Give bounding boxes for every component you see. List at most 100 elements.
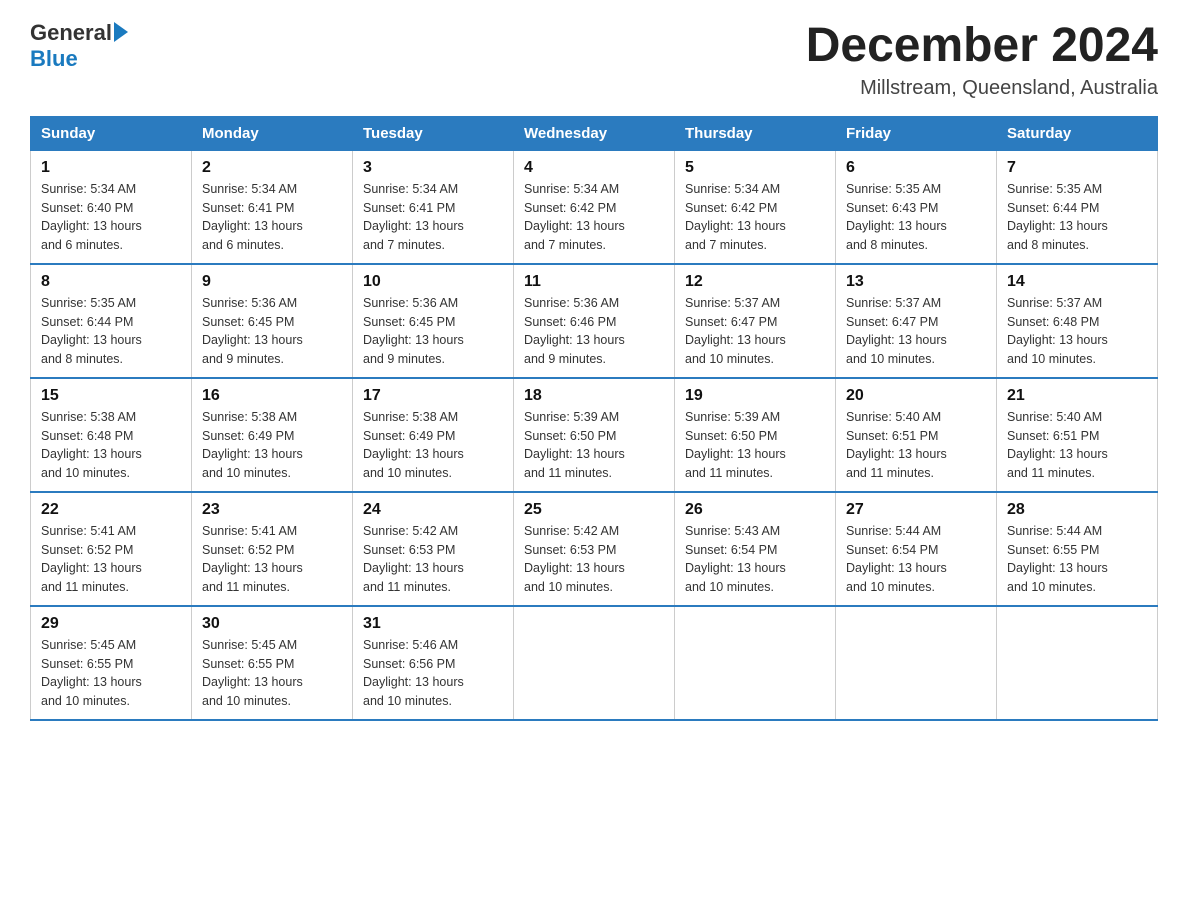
day-cell: 9 Sunrise: 5:36 AM Sunset: 6:45 PM Daylig… (192, 264, 353, 378)
day-cell: 12 Sunrise: 5:37 AM Sunset: 6:47 PM Dayli… (675, 264, 836, 378)
day-info: Sunrise: 5:37 AM Sunset: 6:47 PM Dayligh… (846, 294, 986, 369)
day-info: Sunrise: 5:41 AM Sunset: 6:52 PM Dayligh… (41, 522, 181, 597)
day-cell: 2 Sunrise: 5:34 AM Sunset: 6:41 PM Daylig… (192, 150, 353, 264)
day-number: 21 (1007, 387, 1147, 405)
logo-general: General (30, 20, 112, 46)
calendar-subtitle: Millstream, Queensland, Australia (806, 77, 1158, 100)
day-cell: 21Sunrise: 5:40 AM Sunset: 6:51 PM Dayli… (997, 378, 1158, 492)
day-info: Sunrise: 5:35 AM Sunset: 6:44 PM Dayligh… (1007, 180, 1147, 255)
day-info: Sunrise: 5:36 AM Sunset: 6:45 PM Dayligh… (363, 294, 503, 369)
day-info: Sunrise: 5:37 AM Sunset: 6:48 PM Dayligh… (1007, 294, 1147, 369)
day-info: Sunrise: 5:40 AM Sunset: 6:51 PM Dayligh… (846, 408, 986, 483)
header-row: SundayMondayTuesdayWednesdayThursdayFrid… (31, 116, 1158, 150)
day-info: Sunrise: 5:34 AM Sunset: 6:42 PM Dayligh… (685, 180, 825, 255)
day-number: 1 (41, 159, 181, 177)
day-cell: 8Sunrise: 5:35 AM Sunset: 6:44 PM Daylig… (31, 264, 192, 378)
header-cell-friday: Friday (836, 116, 997, 150)
day-info: Sunrise: 5:45 AM Sunset: 6:55 PM Dayligh… (41, 636, 181, 711)
day-cell: 10 Sunrise: 5:36 AM Sunset: 6:45 PM Dayli… (353, 264, 514, 378)
week-row-2: 8Sunrise: 5:35 AM Sunset: 6:44 PM Daylig… (31, 264, 1158, 378)
logo-arrow-icon (114, 22, 128, 42)
day-info: Sunrise: 5:38 AM Sunset: 6:48 PM Dayligh… (41, 408, 181, 483)
day-info: Sunrise: 5:46 AM Sunset: 6:56 PM Dayligh… (363, 636, 503, 711)
day-info: Sunrise: 5:38 AM Sunset: 6:49 PM Dayligh… (202, 408, 342, 483)
day-info: Sunrise: 5:38 AM Sunset: 6:49 PM Dayligh… (363, 408, 503, 483)
day-number: 13 (846, 273, 986, 291)
day-number: 7 (1007, 159, 1147, 177)
day-info: Sunrise: 5:39 AM Sunset: 6:50 PM Dayligh… (524, 408, 664, 483)
day-cell: 6Sunrise: 5:35 AM Sunset: 6:43 PM Daylig… (836, 150, 997, 264)
day-cell: 29Sunrise: 5:45 AM Sunset: 6:55 PM Dayli… (31, 606, 192, 720)
day-info: Sunrise: 5:35 AM Sunset: 6:44 PM Dayligh… (41, 294, 181, 369)
day-info: Sunrise: 5:39 AM Sunset: 6:50 PM Dayligh… (685, 408, 825, 483)
day-cell: 14 Sunrise: 5:37 AM Sunset: 6:48 PM Dayli… (997, 264, 1158, 378)
day-cell: 28 Sunrise: 5:44 AM Sunset: 6:55 PM Dayli… (997, 492, 1158, 606)
header-cell-sunday: Sunday (31, 116, 192, 150)
day-info: Sunrise: 5:36 AM Sunset: 6:45 PM Dayligh… (202, 294, 342, 369)
day-number: 9 (202, 273, 342, 291)
day-cell: 11 Sunrise: 5:36 AM Sunset: 6:46 PM Dayli… (514, 264, 675, 378)
day-number: 27 (846, 501, 986, 519)
week-row-5: 29Sunrise: 5:45 AM Sunset: 6:55 PM Dayli… (31, 606, 1158, 720)
day-number: 15 (41, 387, 181, 405)
logo-blue: Blue (30, 46, 78, 72)
day-number: 18 (524, 387, 664, 405)
week-row-4: 22 Sunrise: 5:41 AM Sunset: 6:52 PM Dayli… (31, 492, 1158, 606)
day-info: Sunrise: 5:34 AM Sunset: 6:42 PM Dayligh… (524, 180, 664, 255)
day-number: 20 (846, 387, 986, 405)
day-number: 17 (363, 387, 503, 405)
day-info: Sunrise: 5:44 AM Sunset: 6:55 PM Dayligh… (1007, 522, 1147, 597)
day-cell: 27 Sunrise: 5:44 AM Sunset: 6:54 PM Dayli… (836, 492, 997, 606)
header-cell-saturday: Saturday (997, 116, 1158, 150)
title-section: December 2024 Millstream, Queensland, Au… (806, 20, 1158, 100)
week-row-1: 1 Sunrise: 5:34 AM Sunset: 6:40 PM Daylig… (31, 150, 1158, 264)
day-number: 6 (846, 159, 986, 177)
day-cell (675, 606, 836, 720)
day-number: 19 (685, 387, 825, 405)
day-number: 28 (1007, 501, 1147, 519)
day-number: 2 (202, 159, 342, 177)
day-info: Sunrise: 5:34 AM Sunset: 6:41 PM Dayligh… (202, 180, 342, 255)
day-cell: 25Sunrise: 5:42 AM Sunset: 6:53 PM Dayli… (514, 492, 675, 606)
day-info: Sunrise: 5:45 AM Sunset: 6:55 PM Dayligh… (202, 636, 342, 711)
day-info: Sunrise: 5:41 AM Sunset: 6:52 PM Dayligh… (202, 522, 342, 597)
header: General Blue December 2024 Millstream, Q… (30, 20, 1158, 100)
day-cell: 4 Sunrise: 5:34 AM Sunset: 6:42 PM Daylig… (514, 150, 675, 264)
day-number: 23 (202, 501, 342, 519)
day-cell: 3Sunrise: 5:34 AM Sunset: 6:41 PM Daylig… (353, 150, 514, 264)
day-cell: 26Sunrise: 5:43 AM Sunset: 6:54 PM Dayli… (675, 492, 836, 606)
day-number: 11 (524, 273, 664, 291)
day-info: Sunrise: 5:36 AM Sunset: 6:46 PM Dayligh… (524, 294, 664, 369)
day-info: Sunrise: 5:34 AM Sunset: 6:41 PM Dayligh… (363, 180, 503, 255)
header-cell-monday: Monday (192, 116, 353, 150)
day-cell: 17 Sunrise: 5:38 AM Sunset: 6:49 PM Dayli… (353, 378, 514, 492)
calendar-title: December 2024 (806, 20, 1158, 73)
day-cell (514, 606, 675, 720)
day-cell: 23 Sunrise: 5:41 AM Sunset: 6:52 PM Dayli… (192, 492, 353, 606)
calendar-table: SundayMondayTuesdayWednesdayThursdayFrid… (30, 116, 1158, 721)
day-number: 12 (685, 273, 825, 291)
day-info: Sunrise: 5:37 AM Sunset: 6:47 PM Dayligh… (685, 294, 825, 369)
day-cell: 7 Sunrise: 5:35 AM Sunset: 6:44 PM Daylig… (997, 150, 1158, 264)
week-row-3: 15 Sunrise: 5:38 AM Sunset: 6:48 PM Dayli… (31, 378, 1158, 492)
day-cell: 1 Sunrise: 5:34 AM Sunset: 6:40 PM Daylig… (31, 150, 192, 264)
day-number: 26 (685, 501, 825, 519)
header-cell-tuesday: Tuesday (353, 116, 514, 150)
day-number: 5 (685, 159, 825, 177)
day-info: Sunrise: 5:34 AM Sunset: 6:40 PM Dayligh… (41, 180, 181, 255)
header-cell-thursday: Thursday (675, 116, 836, 150)
day-number: 10 (363, 273, 503, 291)
day-cell (997, 606, 1158, 720)
day-cell: 15 Sunrise: 5:38 AM Sunset: 6:48 PM Dayli… (31, 378, 192, 492)
day-cell: 16Sunrise: 5:38 AM Sunset: 6:49 PM Dayli… (192, 378, 353, 492)
day-info: Sunrise: 5:44 AM Sunset: 6:54 PM Dayligh… (846, 522, 986, 597)
day-number: 22 (41, 501, 181, 519)
day-number: 30 (202, 615, 342, 633)
day-number: 31 (363, 615, 503, 633)
day-number: 14 (1007, 273, 1147, 291)
logo: General Blue (30, 20, 128, 72)
day-cell: 5 Sunrise: 5:34 AM Sunset: 6:42 PM Daylig… (675, 150, 836, 264)
day-cell (836, 606, 997, 720)
day-number: 4 (524, 159, 664, 177)
day-info: Sunrise: 5:42 AM Sunset: 6:53 PM Dayligh… (363, 522, 503, 597)
